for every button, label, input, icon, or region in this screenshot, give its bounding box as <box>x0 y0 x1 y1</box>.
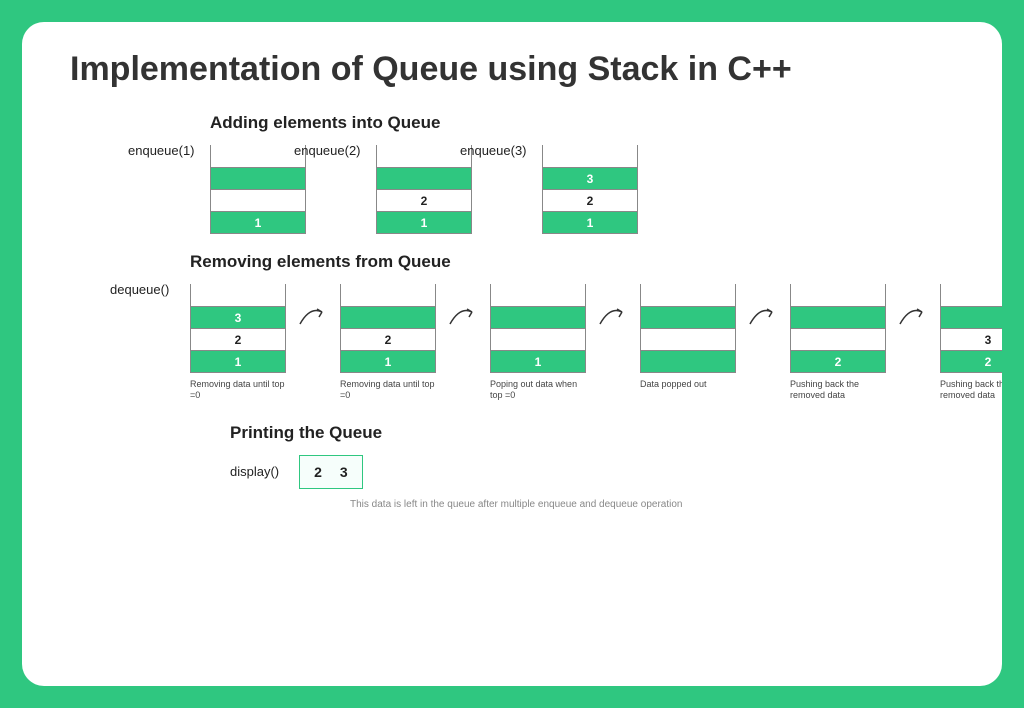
dequeue-block: 2 Pushing back the removed data <box>790 284 886 401</box>
stack-cell <box>641 306 735 328</box>
dequeue-label: dequeue() <box>110 282 169 297</box>
stack-cell: 3 <box>941 328 1002 350</box>
stack-cell: 1 <box>543 211 637 233</box>
stack-cell: 2 <box>341 328 435 350</box>
stack-cell: 3 <box>191 306 285 328</box>
dequeue-caption: Poping out data when top =0 <box>490 379 586 401</box>
dequeue-caption: Data popped out <box>640 379 707 390</box>
dequeue-caption: Pushing back the removed data <box>940 379 1002 401</box>
stack-cell: 2 <box>941 350 1002 372</box>
stack: 321 <box>542 145 638 234</box>
dequeue-block: 1 Poping out data when top =0 <box>490 284 586 401</box>
enqueue-label: enqueue(2) <box>294 143 361 158</box>
stack-cell <box>941 284 1002 306</box>
stack-cell <box>641 284 735 306</box>
stack-cell <box>377 145 471 167</box>
arrow-icon <box>604 284 622 372</box>
arrow-icon <box>754 284 772 372</box>
stack <box>640 284 736 373</box>
dequeue-block: 21 Removing data until top =0 <box>340 284 436 401</box>
stack-block: enqueue(3)321 <box>542 145 638 234</box>
stack-cell <box>543 145 637 167</box>
adding-heading: Adding elements into Queue <box>210 113 954 133</box>
stack: 321 <box>190 284 286 373</box>
stack-cell <box>211 167 305 189</box>
enqueue-label: enqueue(3) <box>460 143 527 158</box>
arrow-icon <box>304 284 322 372</box>
dequeue-block: 32 Pushing back the removed data <box>940 284 1002 401</box>
stack-cell: 1 <box>377 211 471 233</box>
stack-cell: 2 <box>377 189 471 211</box>
removing-stacks-row: dequeue() 321Removing data until top =02… <box>190 284 954 401</box>
stack-cell <box>791 328 885 350</box>
stack: 2 <box>790 284 886 373</box>
dequeue-caption: Removing data until top =0 <box>190 379 286 401</box>
stack-cell <box>491 284 585 306</box>
page-title: Implementation of Queue using Stack in C… <box>70 50 954 89</box>
stack-block: enqueue(2)21 <box>376 145 472 234</box>
stack-cell <box>341 306 435 328</box>
stack-cell <box>211 145 305 167</box>
dequeue-caption: Removing data until top =0 <box>340 379 436 401</box>
stack-cell: 1 <box>191 350 285 372</box>
stack: 21 <box>340 284 436 373</box>
stack: 21 <box>376 145 472 234</box>
stack-cell <box>191 284 285 306</box>
stack-cell <box>641 328 735 350</box>
stack-cell: 1 <box>211 211 305 233</box>
removing-heading: Removing elements from Queue <box>190 252 954 272</box>
adding-stacks-row: enqueue(1)1enqueue(2)21enqueue(3)321 <box>210 145 954 234</box>
stack-cell <box>491 306 585 328</box>
stack-cell: 1 <box>491 350 585 372</box>
display-row: display() 23 <box>230 455 954 489</box>
card: Implementation of Queue using Stack in C… <box>22 22 1002 686</box>
stack-cell <box>211 189 305 211</box>
stack-cell <box>791 306 885 328</box>
removing-section: Removing elements from Queue dequeue() 3… <box>190 252 954 401</box>
stack: 32 <box>940 284 1002 373</box>
display-box: 23 <box>299 455 363 489</box>
dequeue-block: Data popped out <box>640 284 736 390</box>
stack: 1 <box>210 145 306 234</box>
printing-section: Printing the Queue display() 23 This dat… <box>230 423 954 510</box>
stack-cell <box>341 284 435 306</box>
printing-heading: Printing the Queue <box>230 423 954 443</box>
enqueue-label: enqueue(1) <box>128 143 195 158</box>
stack-cell: 2 <box>191 328 285 350</box>
adding-section: Adding elements into Queue enqueue(1)1en… <box>210 113 954 234</box>
display-value: 3 <box>340 464 348 480</box>
display-label: display() <box>230 464 279 479</box>
display-value: 2 <box>314 464 322 480</box>
arrow-icon <box>454 284 472 372</box>
stack-cell: 3 <box>543 167 637 189</box>
arrow-icon <box>904 284 922 372</box>
dequeue-block: 321 Removing data until top =0 <box>190 284 286 401</box>
stack-cell: 2 <box>791 350 885 372</box>
printing-note: This data is left in the queue after mul… <box>350 499 954 510</box>
stack-cell <box>641 350 735 372</box>
stack: 1 <box>490 284 586 373</box>
dequeue-caption: Pushing back the removed data <box>790 379 886 401</box>
stack-cell: 2 <box>543 189 637 211</box>
stack-cell <box>491 328 585 350</box>
stack-cell <box>941 306 1002 328</box>
stack-cell <box>791 284 885 306</box>
stack-block: enqueue(1)1 <box>210 145 306 234</box>
stack-cell <box>377 167 471 189</box>
stack-cell: 1 <box>341 350 435 372</box>
